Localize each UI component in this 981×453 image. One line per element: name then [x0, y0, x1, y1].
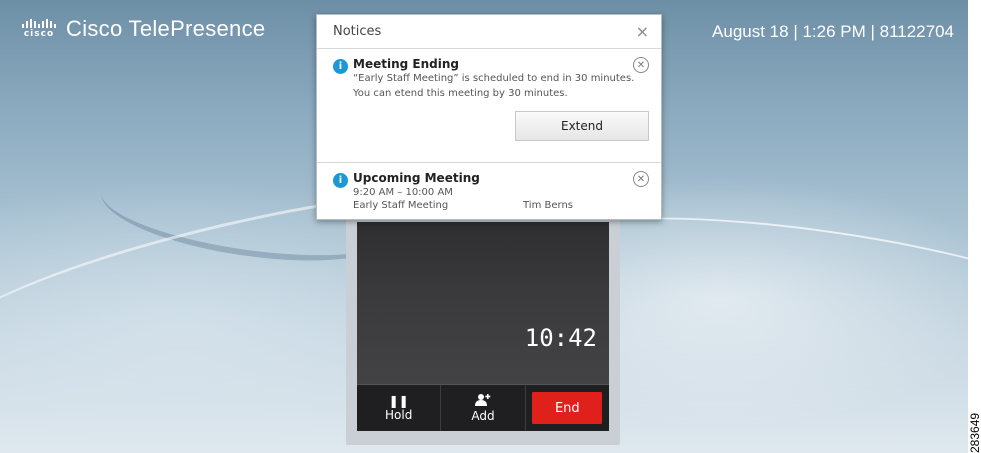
pause-icon: ❚❚ — [388, 393, 409, 408]
cisco-logo-icon — [22, 19, 56, 28]
dismiss-notice-icon[interactable]: ✕ — [633, 171, 649, 187]
dismiss-notice-icon[interactable]: ✕ — [633, 57, 649, 73]
close-icon[interactable]: × — [636, 22, 649, 41]
call-panel: 10:42 ❚❚ Hold Add End — [346, 210, 620, 445]
telepresence-screen: cisco Cisco TelePresence August 18 | 1:2… — [0, 0, 968, 453]
notice-body-line: You can etend this meeting by 30 minutes… — [353, 88, 568, 99]
end-call-area: End — [526, 385, 609, 431]
notices-popup: Notices × i Meeting Ending “Early Staff … — [316, 14, 662, 220]
meeting-details: Early Staff Meeting Tim Berns — [353, 200, 573, 211]
add-button[interactable]: Add — [441, 385, 526, 431]
info-icon: i — [333, 59, 348, 74]
info-icon: i — [333, 173, 348, 188]
call-controls: ❚❚ Hold Add End — [357, 384, 609, 431]
meeting-time: 9:20 AM – 10:00 AM — [353, 187, 453, 198]
notice-upcoming-meeting: i Upcoming Meeting 9:20 AM – 10:00 AM Ea… — [317, 163, 661, 211]
status-line: August 18 | 1:26 PM | 81122704 — [712, 22, 954, 41]
brand-header: cisco Cisco TelePresence — [22, 16, 265, 42]
product-name: Cisco TelePresence — [66, 16, 266, 41]
notices-header: Notices × — [317, 15, 661, 49]
add-label: Add — [471, 409, 495, 423]
figure-code: 283649 — [968, 412, 981, 453]
notice-meeting-ending: i Meeting Ending “Early Staff Meeting” i… — [317, 49, 661, 163]
call-video: 10:42 — [357, 222, 609, 396]
notices-title: Notices — [333, 24, 382, 39]
hold-button[interactable]: ❚❚ Hold — [357, 385, 442, 431]
end-call-button[interactable]: End — [532, 392, 603, 424]
cisco-logo: cisco — [22, 19, 56, 39]
hold-label: Hold — [385, 407, 413, 422]
notice-body-line: “Early Staff Meeting” is scheduled to en… — [353, 73, 635, 84]
extend-button[interactable]: Extend — [515, 111, 649, 141]
add-participant-icon — [474, 393, 491, 409]
meeting-name: Early Staff Meeting — [353, 200, 449, 211]
notice-title: Upcoming Meeting — [353, 171, 480, 185]
notice-title: Meeting Ending — [353, 57, 459, 71]
logo-wordmark: cisco — [23, 29, 55, 39]
call-timer: 10:42 — [524, 324, 597, 352]
meeting-organizer: Tim Berns — [523, 200, 573, 211]
